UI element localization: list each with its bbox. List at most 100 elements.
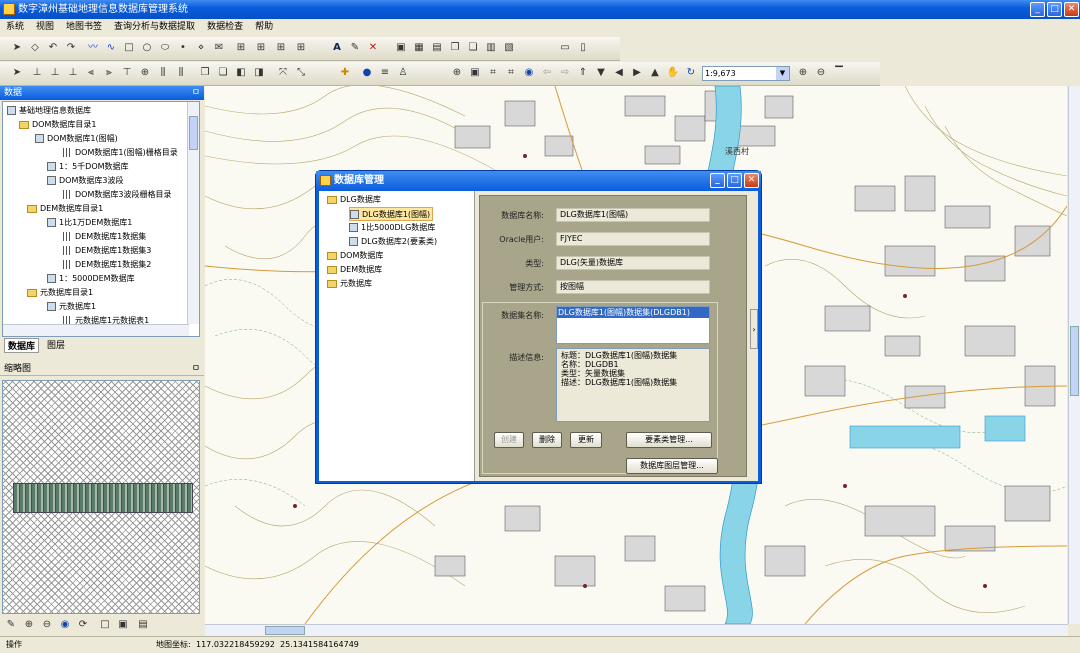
- image-icon[interactable]: ▦: [412, 41, 426, 55]
- tree-item[interactable]: DEM数据库1数据集: [63, 230, 146, 244]
- pointer-icon[interactable]: ➤: [10, 66, 24, 80]
- create-button[interactable]: 创建: [494, 432, 524, 448]
- tree-item[interactable]: DOM数据库目录1: [19, 118, 96, 132]
- tree-item-selected[interactable]: DLG数据库1(图幅): [349, 207, 434, 221]
- curve-icon[interactable]: ∿: [104, 41, 118, 55]
- menu-help[interactable]: 帮助: [249, 19, 279, 36]
- grid3-icon[interactable]: ⊞: [274, 41, 288, 55]
- front-icon[interactable]: ◧: [234, 66, 248, 80]
- tree-item[interactable]: DEM数据库: [327, 263, 382, 277]
- dialog-maximize-button[interactable]: □: [727, 173, 742, 188]
- undo-icon[interactable]: ↶: [46, 41, 60, 55]
- align2-icon[interactable]: ⊥: [48, 66, 62, 80]
- map-hscrollbar[interactable]: [205, 624, 1068, 636]
- tree-item[interactable]: 1比1万DEM数据库1: [47, 216, 132, 230]
- refresh-icon[interactable]: ↻: [684, 66, 698, 80]
- tree-item[interactable]: DOM数据库: [327, 249, 383, 263]
- forward-arrow-icon[interactable]: ⇨: [558, 66, 572, 80]
- name-field[interactable]: DLG数据库1(图幅): [556, 208, 710, 222]
- tree-item[interactable]: DLG数据库2(要素类): [349, 235, 437, 249]
- zoom-in-icon[interactable]: ⊕: [796, 66, 810, 80]
- zoom-in-icon[interactable]: ⊕: [22, 618, 36, 632]
- globe-icon[interactable]: ◉: [522, 66, 536, 80]
- edit-doc-icon[interactable]: ✎: [348, 41, 362, 55]
- options-icon[interactable]: ▤: [136, 618, 150, 632]
- zoom-out-icon[interactable]: ⊖: [40, 618, 54, 632]
- extent2-icon[interactable]: ⌗: [504, 66, 518, 80]
- feature-class-manage-button[interactable]: 要素类管理...: [626, 432, 712, 448]
- dialog-minimize-button[interactable]: _: [710, 173, 725, 188]
- tree-item[interactable]: DOM数据库3波段: [47, 174, 123, 188]
- zoom-out-icon[interactable]: ⊖: [814, 66, 828, 80]
- oracle-user-field[interactable]: FJYEC: [556, 232, 710, 246]
- layer-icon[interactable]: ▤: [430, 41, 444, 55]
- resize2-icon[interactable]: ⤡: [294, 66, 308, 80]
- map-vscroll-thumb[interactable]: [1070, 326, 1079, 396]
- move-right-icon[interactable]: ▶: [630, 66, 644, 80]
- globe-icon[interactable]: ◉: [58, 618, 72, 632]
- tool-icon[interactable]: ✎: [4, 618, 18, 632]
- menu-query[interactable]: 查询分析与数据提取: [108, 19, 201, 36]
- merge-icon[interactable]: ▥: [484, 41, 498, 55]
- tree-item[interactable]: DOM数据库3波段栅格目录: [63, 188, 171, 202]
- point-icon[interactable]: •: [176, 41, 190, 55]
- tree-item[interactable]: 1：5千DOM数据库: [47, 160, 129, 174]
- full-extent-icon[interactable]: ▣: [468, 66, 482, 80]
- copy-icon[interactable]: ❐: [448, 41, 462, 55]
- move-top-icon[interactable]: ▲: [648, 66, 662, 80]
- pan-hand-icon[interactable]: ✋: [666, 66, 680, 80]
- move-left-icon[interactable]: ◀: [612, 66, 626, 80]
- frame-icon[interactable]: □: [98, 618, 112, 632]
- type-field[interactable]: DLG(矢量)数据库: [556, 256, 710, 270]
- tree-item[interactable]: DLG数据库: [327, 193, 381, 207]
- dialog-close-button[interactable]: ✕: [744, 173, 759, 188]
- fit-icon[interactable]: ⌗: [486, 66, 500, 80]
- paste-icon[interactable]: ❏: [466, 41, 480, 55]
- tree-item[interactable]: DOM数据库1(图幅)栅格目录: [63, 146, 178, 160]
- frame-icon[interactable]: ▣: [394, 41, 408, 55]
- tree-item[interactable]: DEM数据库目录1: [27, 202, 103, 216]
- update-button[interactable]: 更新: [570, 432, 602, 448]
- move-down-icon[interactable]: ▼: [594, 66, 608, 80]
- refresh-icon[interactable]: ⟳: [76, 618, 90, 632]
- tree-vscroll-thumb[interactable]: [189, 116, 198, 150]
- thumbnail-view[interactable]: [2, 380, 200, 614]
- grid4-icon[interactable]: ⊞: [294, 41, 308, 55]
- tree-vscrollbar[interactable]: [187, 102, 199, 324]
- close-button[interactable]: ✕: [1064, 2, 1079, 17]
- panel-expand-arrow-icon[interactable]: ›: [750, 309, 758, 349]
- group-icon[interactable]: ❐: [198, 66, 212, 80]
- tree-item[interactable]: 元数据库1: [47, 300, 96, 314]
- maximize-button[interactable]: □: [1047, 2, 1062, 17]
- text-tool-icon[interactable]: A: [330, 41, 344, 55]
- tree-item[interactable]: 元数据库: [327, 277, 372, 291]
- export-icon[interactable]: ▯: [576, 41, 590, 55]
- split-icon[interactable]: ▧: [502, 41, 516, 55]
- pin-icon[interactable]: ㅁ: [192, 86, 200, 100]
- grid2-icon[interactable]: ⊞: [254, 41, 268, 55]
- manage-mode-field[interactable]: 按图幅: [556, 280, 710, 294]
- map-vscrollbar[interactable]: [1068, 86, 1080, 624]
- zoom-in-tool-icon[interactable]: ⊕: [450, 66, 464, 80]
- ungroup-icon[interactable]: ❏: [216, 66, 230, 80]
- align3-icon[interactable]: ⊥: [66, 66, 80, 80]
- vertex-icon[interactable]: ◇: [28, 41, 42, 55]
- node-icon[interactable]: ⋄: [194, 41, 208, 55]
- dataset-list[interactable]: DLG数据库1(图幅)数据集(DLGDB1): [556, 306, 710, 344]
- info-icon[interactable]: ●: [360, 66, 374, 80]
- grid-icon[interactable]: ⊞: [234, 41, 248, 55]
- pin-icon[interactable]: ㅁ: [192, 362, 200, 376]
- tree-item[interactable]: DOM数据库1(图幅): [35, 132, 118, 146]
- menu-check[interactable]: 数据检查: [201, 19, 249, 36]
- tree-item[interactable]: 1：5000DEM数据库: [47, 272, 135, 286]
- description-text[interactable]: 标题：DLG数据库1(图幅)数据集 名称：DLGDB1 类型：矢量数据集 描述：…: [556, 348, 710, 422]
- tab-layers[interactable]: 图层: [44, 338, 68, 351]
- circle-icon[interactable]: ○: [140, 41, 154, 55]
- tree-hscrollbar[interactable]: [3, 324, 189, 336]
- menu-bookmarks[interactable]: 地图书签: [60, 19, 108, 36]
- rectangle-icon[interactable]: □: [122, 41, 136, 55]
- layers-icon[interactable]: ≡: [378, 66, 392, 80]
- people-icon[interactable]: ♙: [396, 66, 410, 80]
- align-icon[interactable]: ⊥: [30, 66, 44, 80]
- menu-system[interactable]: 系统: [0, 19, 30, 36]
